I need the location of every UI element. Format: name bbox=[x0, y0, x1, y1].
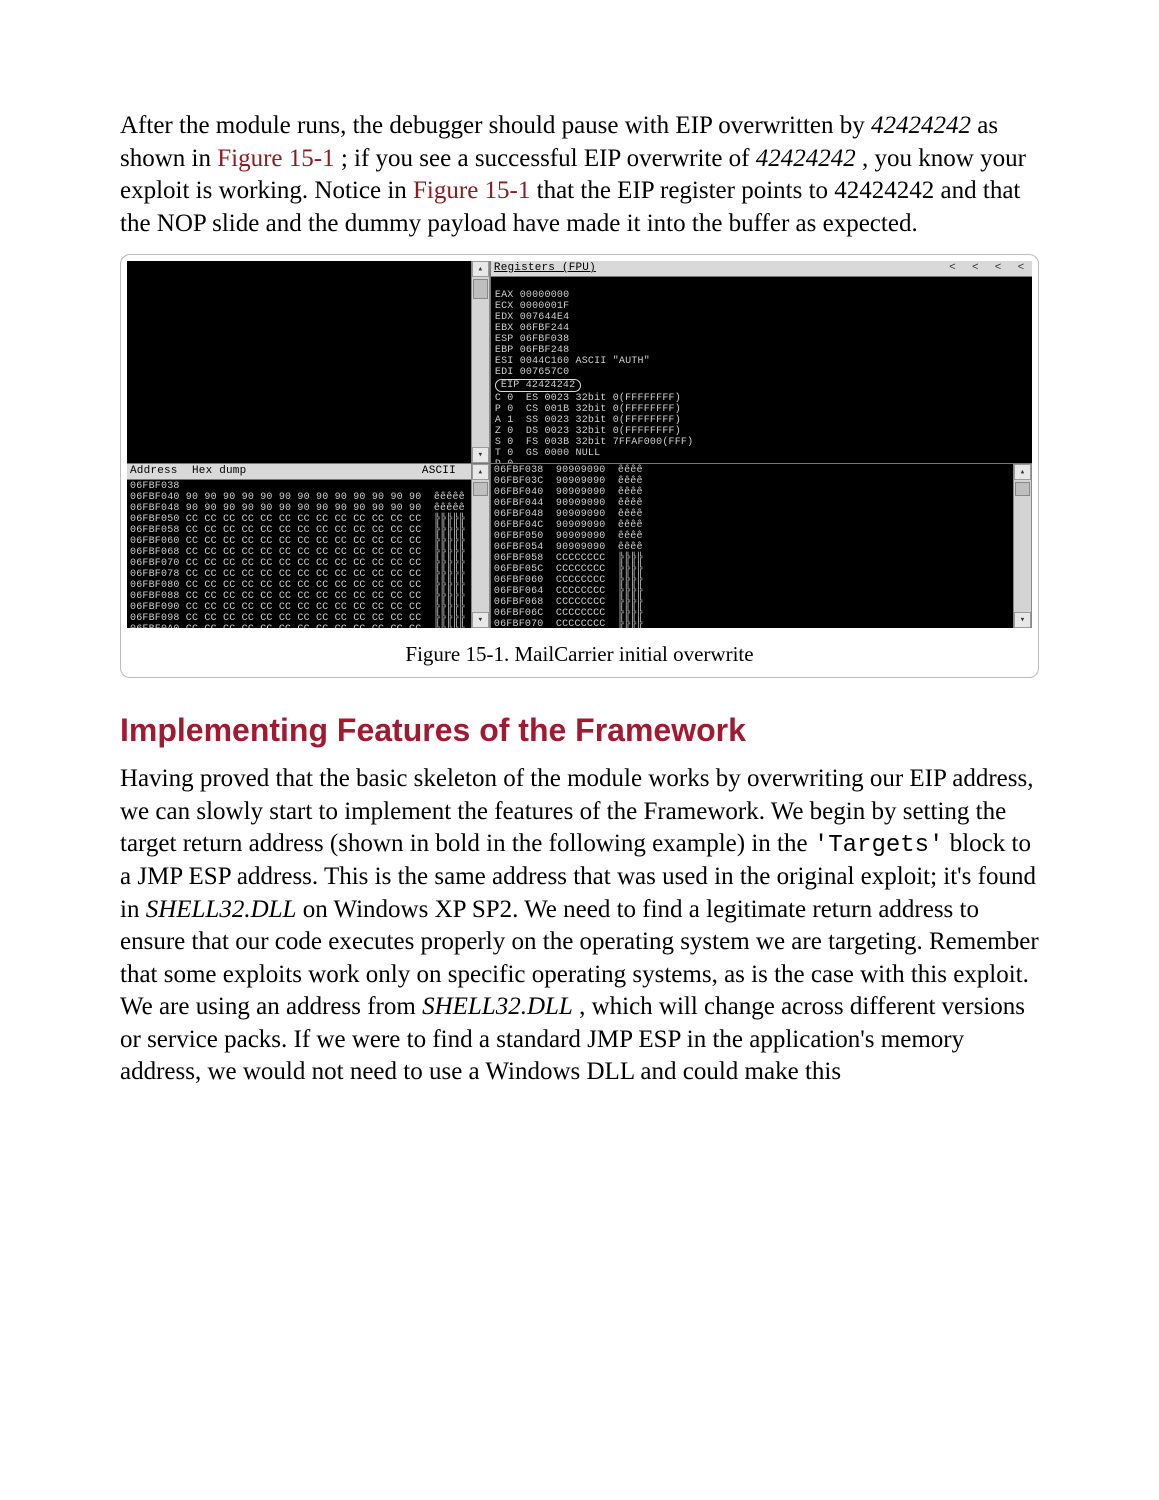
eip-value-2: 42424242 bbox=[756, 145, 856, 172]
dump-scrollbar[interactable]: ▴ ▾ bbox=[471, 464, 490, 628]
shell32-ref-1: SHELL32.DLL bbox=[146, 896, 297, 923]
registers-title: Registers (FPU) bbox=[494, 261, 596, 276]
registers-header: Registers (FPU) < < < < bbox=[491, 261, 1032, 277]
flag-line: Z 0 DS 0023 32bit 0(FFFFFFFF) bbox=[495, 426, 681, 437]
scroll-up-icon[interactable]: ▴ bbox=[1014, 464, 1031, 480]
text: ; if you see a successful EIP overwrite … bbox=[341, 145, 756, 172]
scroll-up-icon[interactable]: ▴ bbox=[472, 261, 489, 277]
reg-line: ECX 0000001F bbox=[495, 301, 569, 312]
text: After the module runs, the debugger shou… bbox=[120, 112, 871, 139]
registers-pane: Registers (FPU) < < < < EAX 00000000 ECX… bbox=[490, 261, 1032, 463]
intro-paragraph: After the module runs, the debugger shou… bbox=[120, 110, 1039, 240]
debugger-top-row: ▴ ▾ Registers (FPU) < < < < bbox=[127, 261, 1032, 463]
debugger-bottom-row: Address Hex dump ASCII 06FBF038 06FBF040… bbox=[127, 463, 1032, 628]
reg-line: EBX 06FBF244 bbox=[495, 323, 569, 334]
scroll-up-icon[interactable]: ▴ bbox=[472, 464, 489, 480]
registers-body: EAX 00000000 ECX 0000001F EDX 007644E4 E… bbox=[491, 277, 1032, 463]
stack-scrollbar[interactable]: ▴ ▾ bbox=[1013, 464, 1032, 628]
debugger-screenshot: ▴ ▾ Registers (FPU) < < < < bbox=[127, 261, 1032, 628]
flag-line: C 0 ES 0023 32bit 0(FFFFFFFF) bbox=[495, 393, 681, 404]
eip-highlight: EIP 42424242 bbox=[495, 379, 581, 392]
reg-line: ESP 06FBF038 bbox=[495, 334, 569, 345]
figure-ref-2[interactable]: Figure 15-1 bbox=[413, 177, 530, 204]
reg-line: ESI 0044C160 ASCII "AUTH" bbox=[495, 356, 650, 367]
code-targets: 'Targets' bbox=[814, 832, 944, 859]
chevron-left-icon[interactable]: < bbox=[990, 261, 1006, 276]
scroll-down-icon[interactable]: ▾ bbox=[472, 447, 489, 463]
cpu-disasm-pane bbox=[127, 261, 471, 463]
flag-line: D 0 bbox=[495, 459, 514, 463]
dump-col-ascii: ASCII bbox=[422, 464, 468, 479]
registers-chevrons[interactable]: < < < < bbox=[945, 261, 1029, 276]
stack-pane: 06FBF038 90909090 êêêê 06FBF03C 90909090… bbox=[490, 464, 1013, 628]
reg-line: EDI 007657C0 bbox=[495, 367, 569, 378]
shell32-ref-2: SHELL32.DLL bbox=[422, 993, 573, 1020]
reg-line: EAX 00000000 bbox=[495, 290, 569, 301]
dump-col-hex: Hex dump bbox=[192, 464, 416, 479]
reg-line: EDX 007644E4 bbox=[495, 312, 569, 323]
reg-line: EBP 06FBF248 bbox=[495, 345, 569, 356]
figure-15-1: ▴ ▾ Registers (FPU) < < < < bbox=[120, 254, 1039, 678]
flag-line: P 0 CS 001B 32bit 0(FFFFFFFF) bbox=[495, 404, 681, 415]
flag-line: S 0 FS 003B 32bit 7FFAF000(FFF) bbox=[495, 437, 693, 448]
figure-ref-1[interactable]: Figure 15-1 bbox=[217, 145, 334, 172]
body-paragraph-2: Having proved that the basic skeleton of… bbox=[120, 763, 1039, 1089]
hex-dump-header: Address Hex dump ASCII bbox=[127, 464, 471, 480]
eip-value-1: 42424242 bbox=[871, 112, 971, 139]
figure-caption: Figure 15-1. MailCarrier initial overwri… bbox=[127, 642, 1032, 667]
hex-dump-pane: Address Hex dump ASCII 06FBF038 06FBF040… bbox=[127, 464, 471, 628]
flag-line: T 0 GS 0000 NULL bbox=[495, 448, 600, 459]
section-heading: Implementing Features of the Framework bbox=[120, 712, 1039, 749]
chevron-left-icon[interactable]: < bbox=[967, 261, 983, 276]
scroll-down-icon[interactable]: ▾ bbox=[472, 612, 489, 628]
hex-dump-body: 06FBF038 06FBF040 90 90 90 90 90 90 90 9… bbox=[127, 480, 471, 628]
chevron-left-icon[interactable]: < bbox=[945, 261, 961, 276]
page: After the module runs, the debugger shou… bbox=[0, 0, 1159, 1163]
chevron-left-icon[interactable]: < bbox=[1013, 261, 1029, 276]
scroll-down-icon[interactable]: ▾ bbox=[1014, 612, 1031, 628]
stack-body: 06FBF038 90909090 êêêê 06FBF03C 90909090… bbox=[491, 464, 1013, 628]
dump-col-address: Address bbox=[130, 464, 186, 479]
flag-line: A 1 SS 0023 32bit 0(FFFFFFFF) bbox=[495, 415, 681, 426]
disasm-scrollbar[interactable]: ▴ ▾ bbox=[471, 261, 490, 463]
